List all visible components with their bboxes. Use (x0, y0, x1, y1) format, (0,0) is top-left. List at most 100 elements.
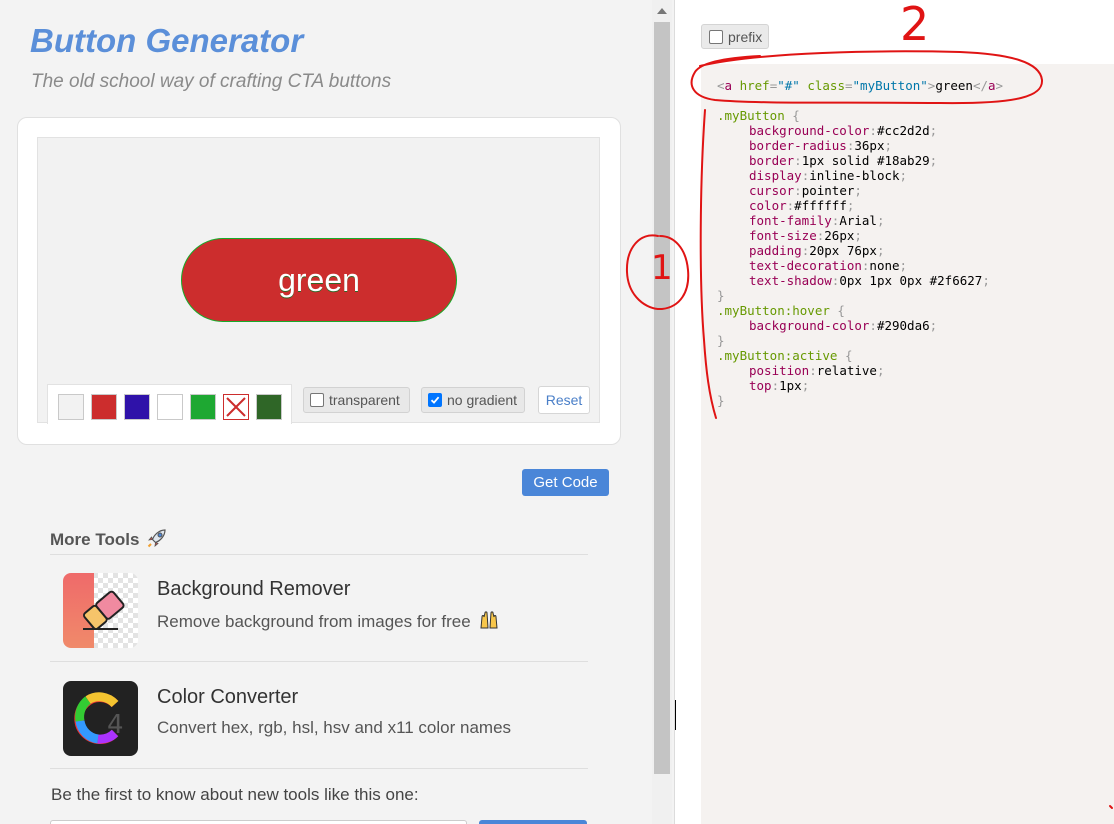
transparent-checkbox[interactable] (310, 393, 324, 407)
more-tools-heading: More Tools (50, 527, 168, 550)
swatch-indigo[interactable] (124, 394, 150, 420)
code-token: ; (854, 183, 862, 198)
code-token: relative (816, 363, 877, 378)
code-token: top (749, 378, 772, 393)
code-token: : (794, 153, 802, 168)
code-output[interactable]: <a href="#" class="myButton">green</a> .… (701, 64, 1114, 824)
css-code-line: padding:20px 76px; (749, 243, 884, 258)
tool-card-color-converter[interactable]: 4 Color Converter Convert hex, rgb, hsl,… (50, 669, 588, 775)
css-code-line: } (717, 393, 725, 408)
code-token: a (988, 78, 996, 93)
reset-button[interactable]: Reset (538, 386, 590, 414)
divider (50, 768, 588, 769)
css-code-line: text-decoration:none; (749, 258, 907, 273)
code-token: ; (854, 228, 862, 243)
button-editor-card: green transparent no gradient Reset (17, 117, 621, 445)
code-token: ; (876, 363, 885, 378)
code-token: text-decoration (749, 258, 862, 273)
code-token: { (784, 108, 800, 123)
code-token: ; (899, 168, 908, 183)
css-code-line: cursor:pointer; (749, 183, 862, 198)
divider (50, 554, 588, 555)
code-token: border-radius (749, 138, 847, 153)
code-token: inline-block (809, 168, 900, 183)
code-token: none (869, 258, 900, 273)
tool-card-background-remover[interactable]: Background Remover Remove background fro… (50, 561, 588, 667)
code-token: pointer (801, 183, 855, 198)
no-gradient-toggle[interactable]: no gradient (421, 387, 525, 413)
code-token: 1px solid #18ab29 (801, 153, 930, 168)
more-tools-title: More Tools (50, 530, 140, 549)
code-token: 20px 76px (809, 243, 877, 258)
newsletter-subscribe-button[interactable] (479, 820, 587, 824)
prefix-toggle[interactable]: prefix (701, 24, 769, 49)
code-token: a (724, 78, 740, 93)
code-token: { (837, 348, 853, 363)
code-token: #cc2d2d (876, 123, 930, 138)
css-code-line: top:1px; (749, 378, 809, 393)
button-preview-area: green transparent no gradient Reset (37, 137, 600, 424)
code-token: : (771, 378, 780, 393)
checkmark-icon (430, 396, 440, 404)
code-token: #290da6 (876, 318, 930, 333)
scrollbar-thumb[interactable] (654, 22, 670, 774)
divider (50, 661, 588, 662)
code-token: ; (876, 243, 885, 258)
code-token: 1px (779, 378, 802, 393)
code-token: background-color (749, 123, 870, 138)
code-token: ; (801, 378, 810, 393)
code-token: ; (884, 138, 893, 153)
code-token: "#" (777, 78, 800, 93)
code-token: text-shadow (749, 273, 832, 288)
css-code-line: } (717, 333, 725, 348)
code-token: "myButton" (852, 78, 928, 93)
tool-name: Color Converter (157, 686, 299, 708)
code-token: display (749, 168, 802, 183)
transparent-toggle[interactable]: transparent (303, 387, 410, 413)
rocket-icon (147, 529, 166, 548)
swatch-red[interactable] (91, 394, 117, 420)
css-code-line: border-radius:36px; (749, 138, 892, 153)
no-gradient-checkbox[interactable] (428, 393, 442, 407)
color-swatch-row (47, 384, 292, 424)
code-token: padding (749, 243, 802, 258)
code-token: ; (929, 153, 938, 168)
no-gradient-label: no gradient (447, 392, 518, 408)
code-token: green (935, 78, 973, 93)
swatch-none[interactable] (223, 394, 249, 420)
tool-description: Remove background from images for free (157, 610, 500, 632)
code-token: 0px 1px 0px #2f6627 (839, 273, 983, 288)
left-panel: Button Generator The old school way of c… (0, 0, 652, 824)
swatch-dark-green[interactable] (256, 394, 282, 420)
code-token: < (717, 78, 725, 93)
code-token: position (749, 363, 810, 378)
css-code-line: color:#ffffff; (749, 198, 854, 213)
newsletter-email-input[interactable] (50, 820, 467, 824)
code-token: ; (876, 213, 885, 228)
swatch-green[interactable] (190, 394, 216, 420)
swatch-white[interactable] (157, 394, 183, 420)
scrollbar[interactable] (652, 0, 672, 824)
preview-button[interactable]: green (181, 238, 457, 322)
scroll-up-arrow-icon[interactable] (657, 8, 667, 14)
code-token: > (995, 78, 1004, 93)
get-code-button[interactable]: Get Code (522, 469, 609, 496)
code-token: border (749, 153, 795, 168)
code-token: { (829, 303, 845, 318)
prefix-checkbox[interactable] (709, 29, 723, 44)
code-token: font-family (749, 213, 832, 228)
code-token: class (807, 78, 845, 93)
swatch-light-gray[interactable] (58, 394, 84, 420)
code-token: background-color (749, 318, 870, 333)
code-token: ; (846, 198, 855, 213)
code-token: .myButton (717, 108, 785, 123)
css-code-line: font-size:26px; (749, 228, 862, 243)
css-code-line: display:inline-block; (749, 168, 907, 183)
code-token: ; (929, 318, 938, 333)
code-token: ; (929, 123, 938, 138)
color-wheel-icon: 4 (63, 681, 138, 756)
code-token: : (869, 123, 877, 138)
code-token: .myButton:hover (717, 303, 830, 318)
code-token: color (749, 198, 787, 213)
code-token: } (717, 288, 725, 303)
